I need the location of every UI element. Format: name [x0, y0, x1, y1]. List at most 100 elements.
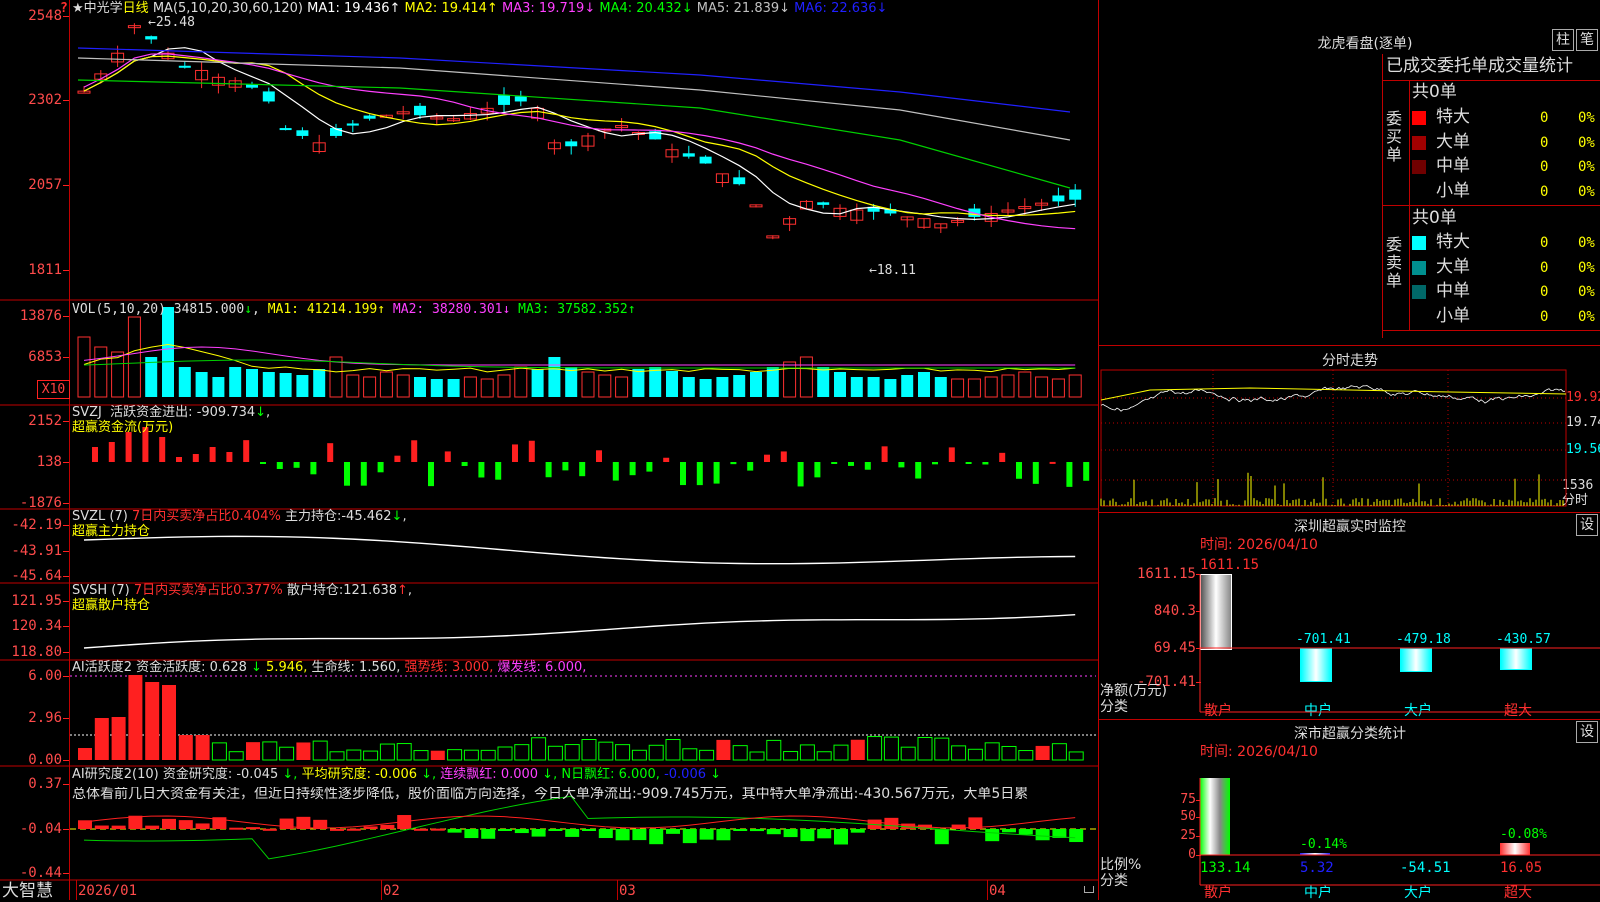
row-label: 大单: [1436, 131, 1470, 152]
sz-stats-settings-button[interactable]: 设: [1576, 721, 1598, 743]
stats-category: 散户: [1204, 885, 1232, 901]
fund-flow-bar: [125, 432, 132, 462]
volume-bar-up: [111, 351, 125, 398]
bar-mode-button[interactable]: 柱: [1552, 29, 1574, 51]
stats-axis-label: 75: [1180, 792, 1196, 807]
legend-swatch: [1412, 236, 1426, 250]
fund-flow-bar: [159, 437, 166, 462]
intraday-vol-max: 1536: [1562, 478, 1594, 493]
date-tick: [987, 880, 988, 900]
date-label: 2026/01: [78, 883, 138, 899]
chart-divider: [1098, 0, 1099, 900]
sz-monitor-top: [1098, 512, 1600, 513]
activity-bar: [766, 739, 782, 761]
sz-stats-ycap1: 比例%: [1100, 857, 1142, 873]
activity-bar: [162, 685, 176, 760]
axis-tick-label: -1876: [19, 495, 62, 511]
volume-bar-down: [414, 377, 426, 397]
research-bar: [279, 818, 294, 829]
activity-bar: [447, 749, 463, 761]
research-bar: [481, 829, 496, 839]
tick-mode-button[interactable]: 笔: [1576, 29, 1598, 51]
activity-bar: [279, 746, 295, 761]
activity-bar: [463, 749, 479, 761]
fund-flow-bar: [1049, 461, 1056, 464]
sz-monitor-settings-button[interactable]: 设: [1576, 514, 1598, 536]
research-bar: [1018, 829, 1033, 835]
candle-body-down: [733, 177, 746, 185]
volume-bar-up: [497, 374, 511, 398]
research-bar: [262, 828, 277, 831]
volume-bar-up: [598, 374, 612, 398]
research-bar: [666, 829, 680, 834]
activity-bar: [682, 748, 698, 761]
period-label[interactable]: 日线: [123, 1, 149, 16]
lhb-subtitle: 已成交委托单成交量统计: [1386, 56, 1573, 76]
row-label: 小单: [1436, 305, 1470, 326]
row-pct: 0%: [1578, 308, 1595, 325]
svzj-header: SVZJ 活跃资金进出: -909.734↓,: [72, 405, 271, 420]
research-bar: [514, 829, 529, 834]
fund-flow-bar: [680, 462, 686, 486]
volume-bar-down: [531, 369, 544, 397]
row-pct: 0%: [1578, 284, 1595, 300]
fund-flow-bar: [780, 451, 787, 462]
candle-body-down: [414, 105, 426, 116]
research-bar: [985, 829, 1000, 842]
main-chart-area[interactable]: [0, 0, 1098, 900]
volume-bar-down: [934, 377, 947, 397]
row-label: 大单: [1436, 256, 1470, 277]
fund-flow-bar: [999, 452, 1006, 462]
fund-flow-bar: [596, 450, 602, 462]
candle-body-down: [514, 96, 527, 102]
research-bar: [531, 829, 546, 837]
axis-tick: [63, 503, 69, 504]
research-bar: [699, 829, 714, 840]
intraday-axis-label: 19.74: [1566, 415, 1600, 430]
ma-items-item: MA4: 20.432↓: [599, 1, 697, 16]
fund-flow-bar: [394, 455, 401, 462]
candle-body-down: [817, 202, 830, 205]
volume-bar-down: [666, 371, 678, 397]
activity-bar: [128, 675, 143, 760]
activity-bar: [900, 746, 916, 761]
axis-tick: [63, 626, 69, 627]
air-items-item: ↓,: [542, 767, 562, 782]
aia-items-item: 6.000,: [545, 660, 587, 675]
stats-axis-label: 25: [1180, 828, 1196, 843]
stats-bar: [1500, 842, 1530, 855]
lock-icon[interactable]: [1084, 886, 1094, 893]
aia-items-item: ↓: [251, 660, 267, 675]
axis-tick-label: 118.80: [11, 644, 62, 660]
candle-body-down: [296, 130, 309, 136]
fund-flow-bar: [881, 446, 888, 462]
volume-bar-down: [733, 375, 746, 397]
chart-frame: [69, 0, 70, 900]
sz-bar-value: -430.57: [1496, 632, 1551, 647]
research-bar: [598, 829, 613, 839]
research-bar: [145, 825, 160, 829]
lhb-divider-2: [1382, 205, 1600, 206]
fund-flow-bar: [327, 443, 334, 462]
research-bar: [834, 829, 848, 845]
ma-label: MA(5,10,20,30,60,120): [152, 1, 303, 16]
volume-bar-down: [884, 379, 897, 397]
date-tick: [617, 880, 618, 900]
research-bar: [582, 829, 596, 831]
axis-tick-label: 2152: [28, 413, 62, 429]
axis-tick: [63, 676, 69, 677]
volume-bar-up: [783, 361, 797, 398]
row-count: 0: [1540, 259, 1549, 276]
volume-bar-down: [565, 367, 578, 397]
ai-research-header: AI研究度2(10) 资金研究度: -0.045 ↓, 平均研究度: -0.00…: [72, 767, 722, 782]
volume-bar-down: [548, 357, 561, 397]
row-pct: 0%: [1578, 259, 1595, 276]
price-chart-canvas[interactable]: [0, 0, 1098, 900]
air-items-item: N日飘红:: [561, 767, 619, 782]
date-label: 02: [383, 883, 400, 899]
activity-bar: [228, 751, 244, 761]
ma30-line: [77, 79, 1071, 189]
axis-tick-label: 2057: [28, 177, 62, 193]
research-bar: [1069, 829, 1084, 843]
row-count: 0: [1540, 284, 1549, 300]
